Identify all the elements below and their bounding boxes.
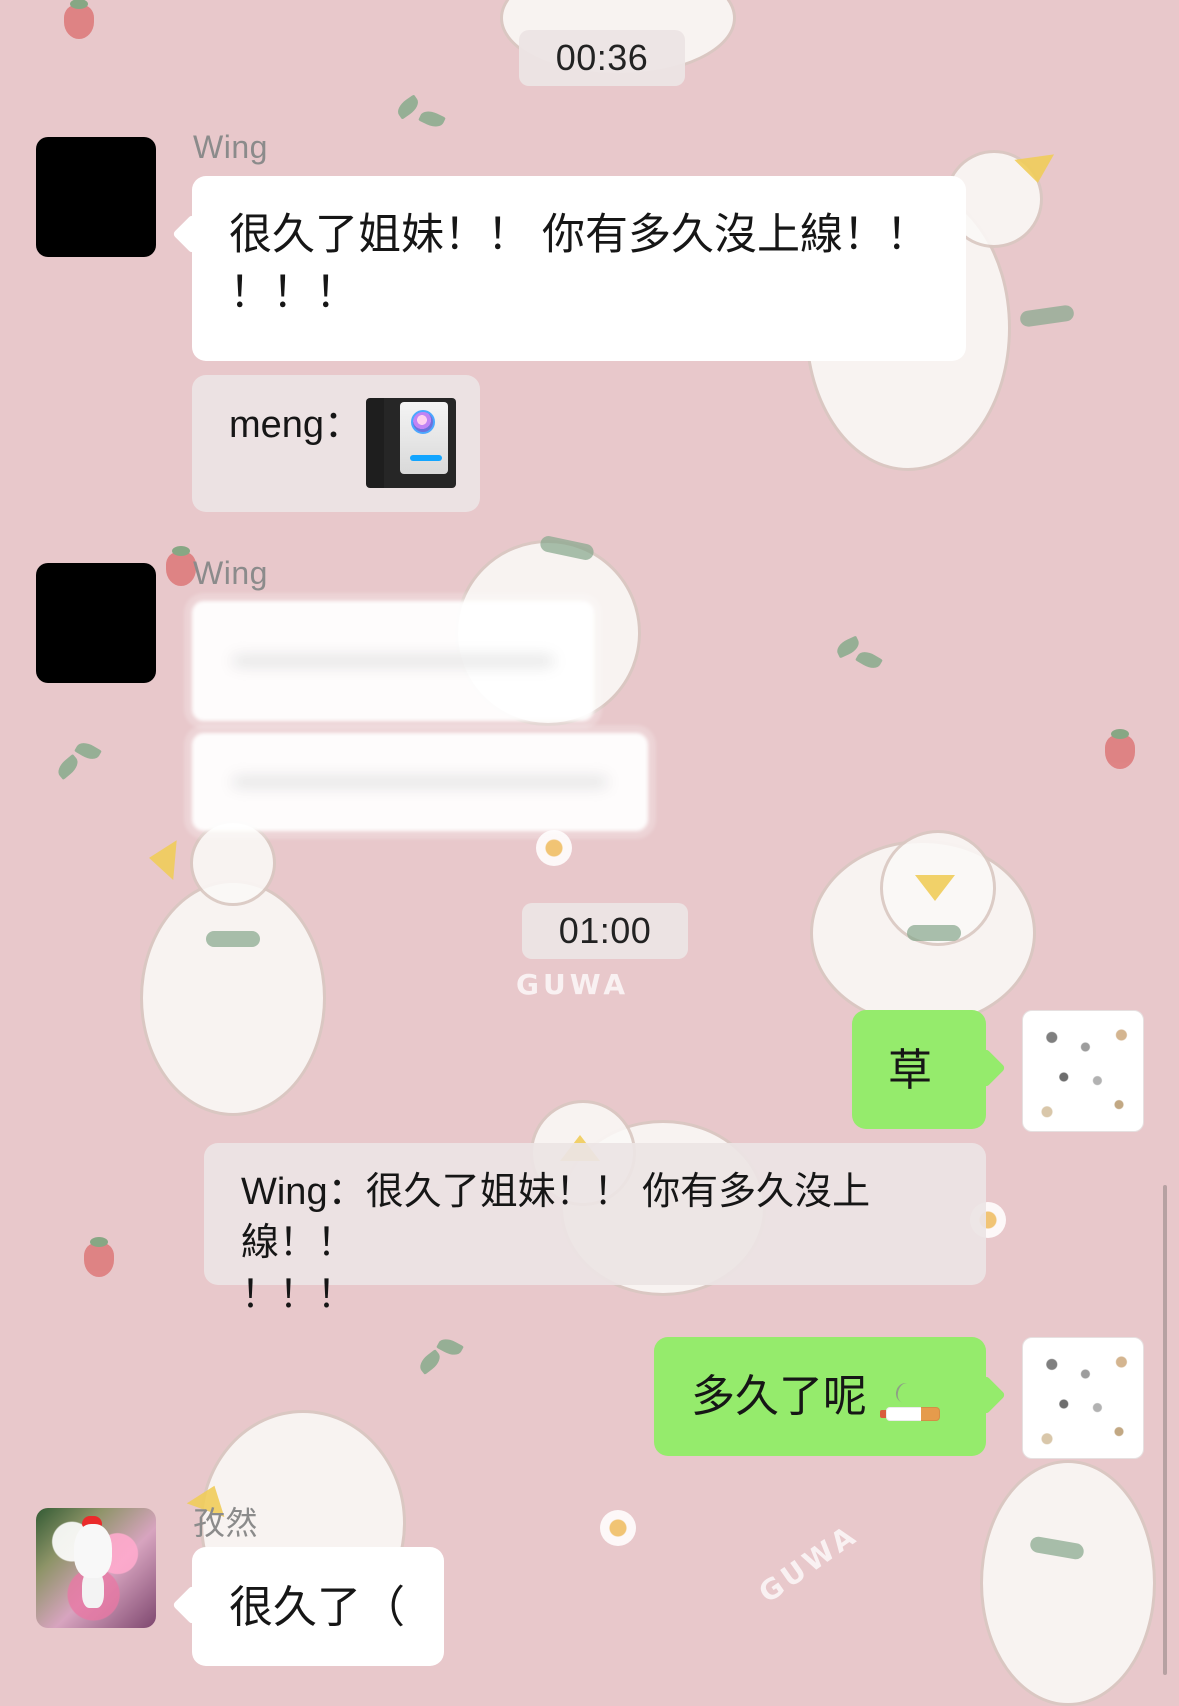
image-thumbnail[interactable] <box>366 398 456 488</box>
avatar[interactable] <box>36 137 156 257</box>
avatar[interactable] <box>36 1508 156 1628</box>
message-bubble[interactable]: 很久了（ <box>192 1547 444 1666</box>
chat-window: 00:36 Wing 很久了姐妹！！ 你有多久沒上線！！ ！！！ meng： W… <box>0 0 1179 1679</box>
timestamp-chip: 01:00 <box>522 903 688 959</box>
quoted-message[interactable]: Wing：很久了姐妹！！ 你有多久沒上線！！ ！！！ <box>204 1143 986 1316</box>
outgoing-message-bubble[interactable]: 草 <box>852 1010 986 1129</box>
quote-text: Wing：很久了姐妹！！ 你有多久沒上線！！ ！！！ <box>241 1171 871 1316</box>
timestamp-text: 00:36 <box>555 37 649 78</box>
message-text: 很久了姐妹！！ 你有多久沒上線！！ ！！！ <box>229 211 929 318</box>
user-avatar[interactable] <box>1022 1010 1144 1132</box>
scrollbar[interactable] <box>1163 1185 1167 1675</box>
timestamp-text: 01:00 <box>558 910 652 951</box>
message-text: 多久了呢 <box>691 1372 867 1421</box>
thumbnail-avatar <box>411 410 435 434</box>
redacted-quote[interactable] <box>192 733 648 831</box>
quote-prefix: meng： <box>229 404 363 446</box>
user-avatar[interactable] <box>1022 1337 1144 1459</box>
quoted-message[interactable]: meng： <box>192 375 480 512</box>
message-bubble[interactable]: 很久了姐妹！！ 你有多久沒上線！！ ！！！ <box>192 176 966 361</box>
sender-name: Wing <box>193 555 268 591</box>
timestamp-chip: 00:36 <box>519 30 685 86</box>
redacted-message[interactable] <box>192 601 594 721</box>
sender-name: Wing <box>193 129 268 165</box>
outgoing-message-bubble[interactable]: 多久了呢 <box>654 1337 986 1456</box>
avatar[interactable] <box>36 563 156 683</box>
message-text: 草 <box>888 1046 932 1095</box>
thumbnail-bar <box>410 455 442 461</box>
cigarette-icon <box>880 1407 940 1421</box>
message-text: 很久了（ <box>229 1583 405 1632</box>
sender-name: 孜然 <box>193 1505 259 1541</box>
